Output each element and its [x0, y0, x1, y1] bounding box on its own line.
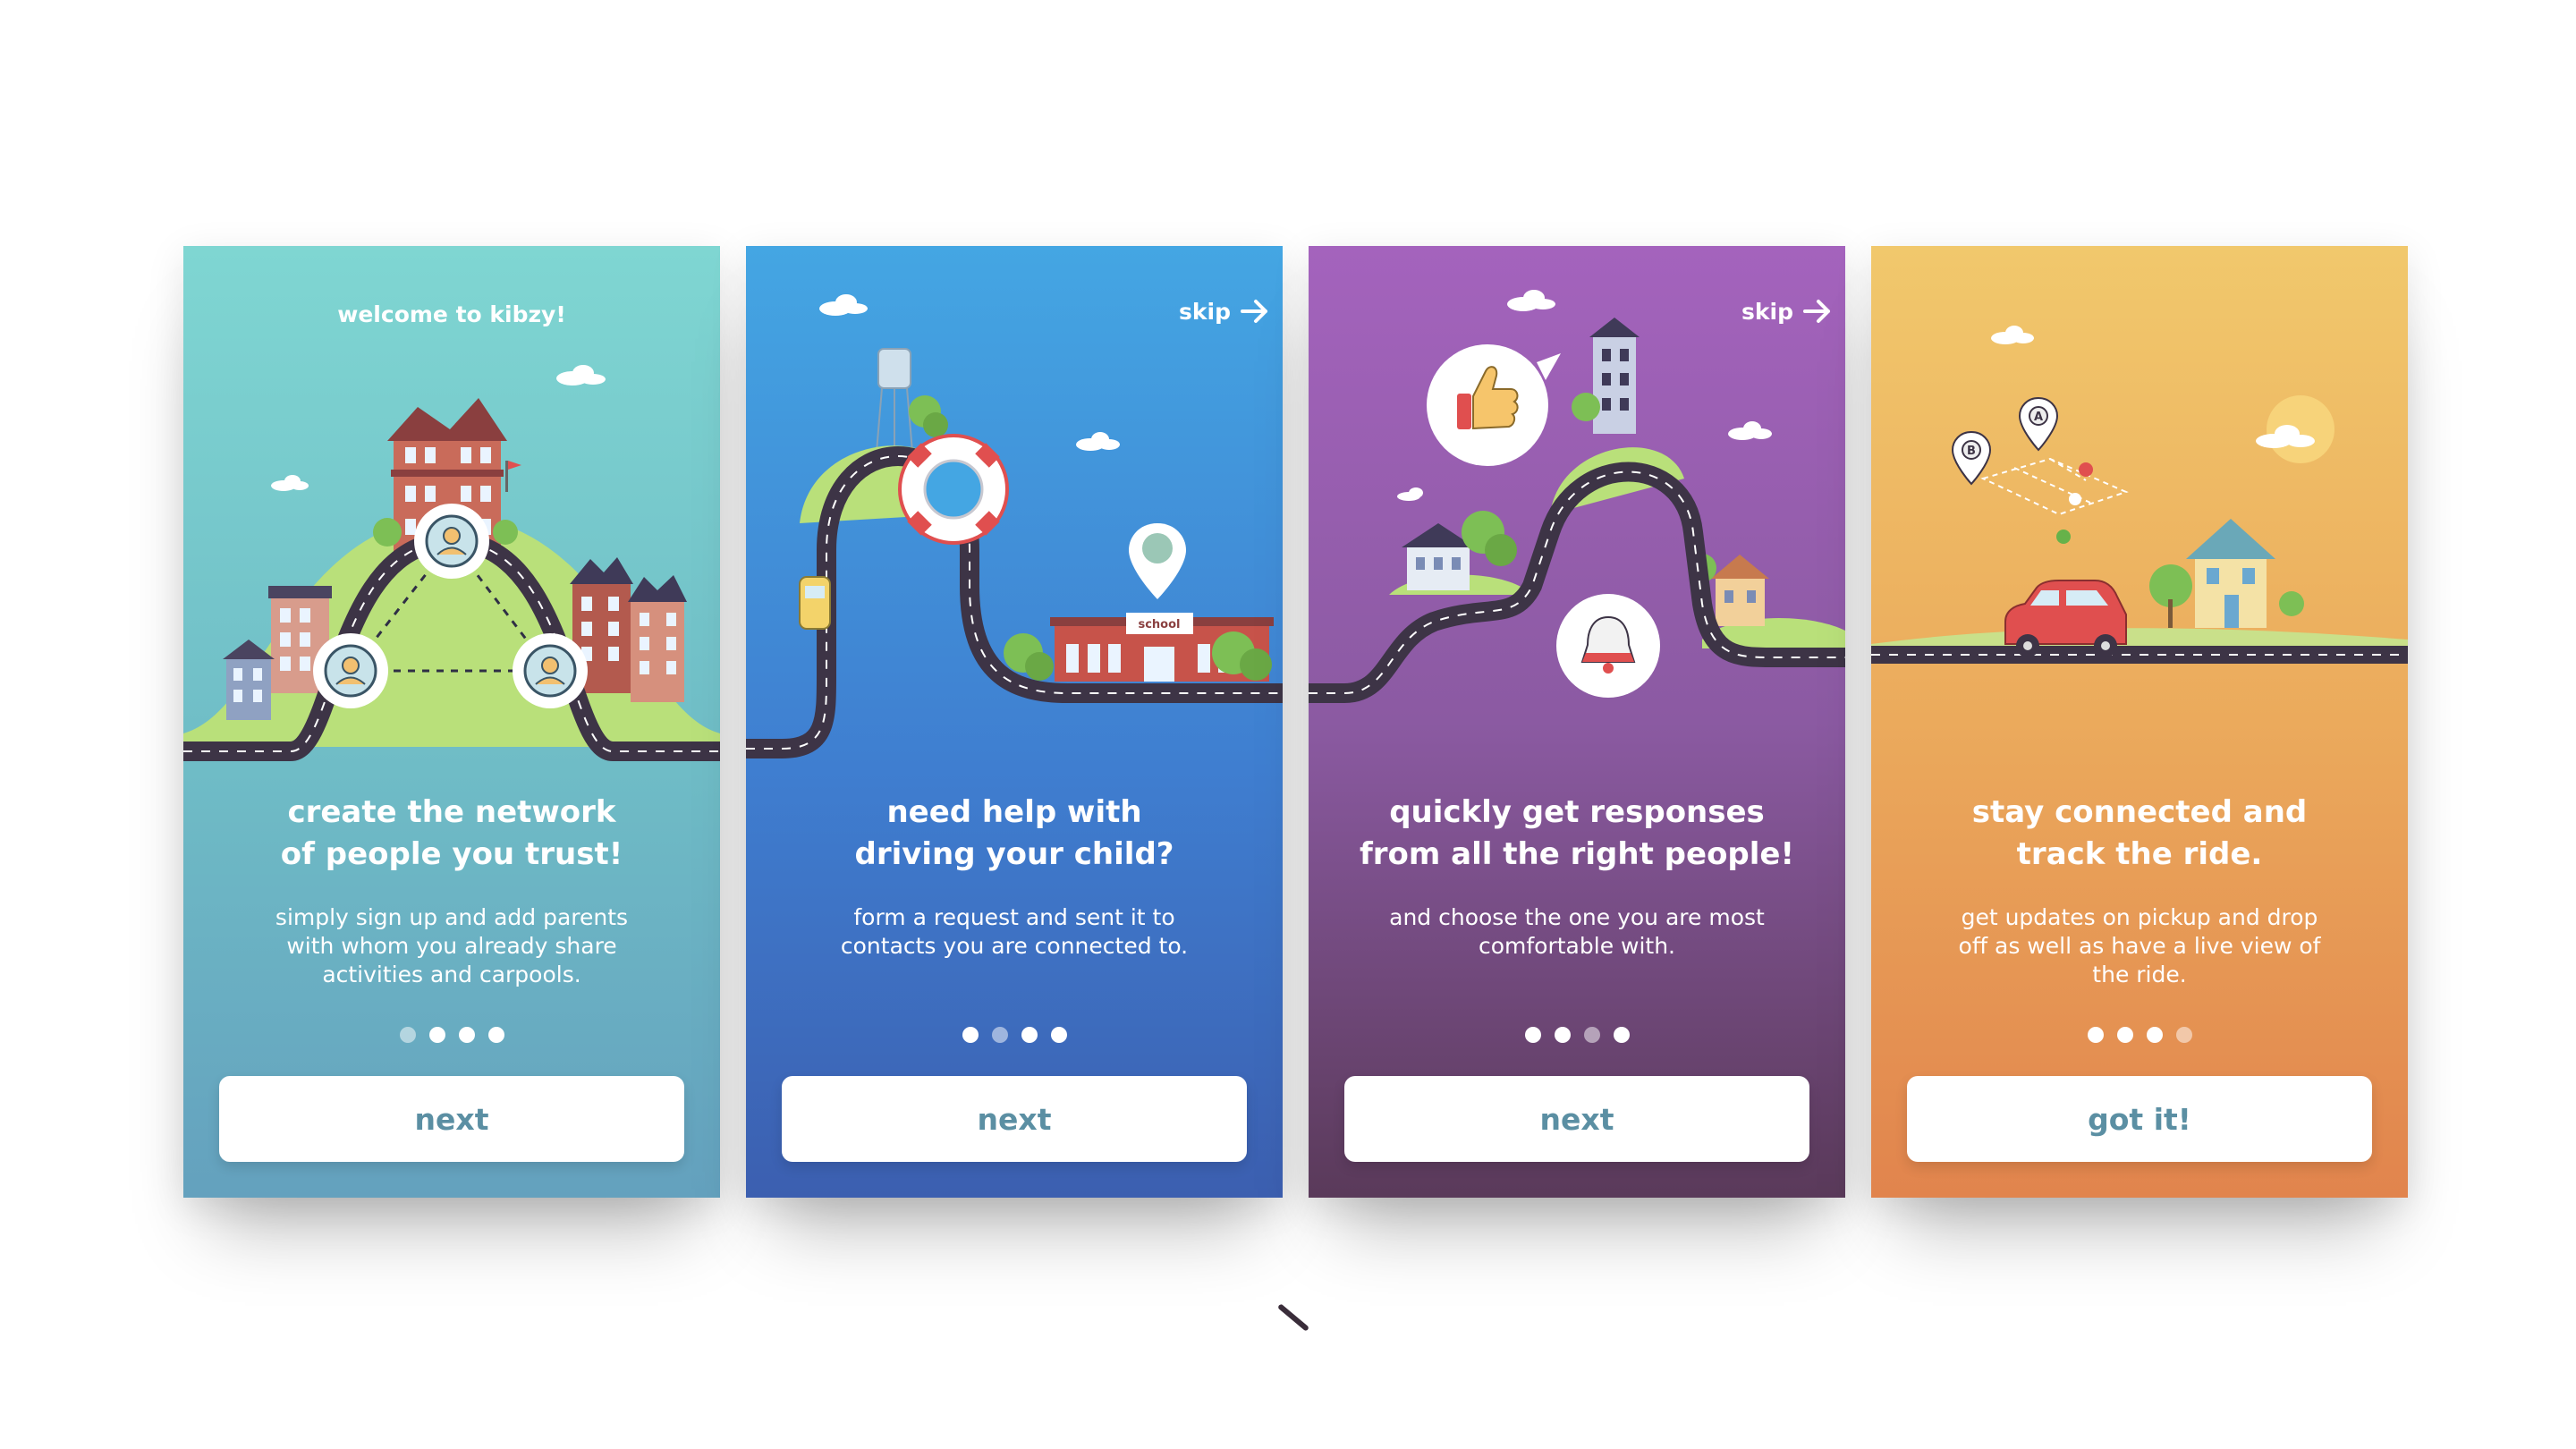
title-line: need help with: [886, 794, 1142, 830]
next-button[interactable]: next: [219, 1076, 684, 1162]
network-illustration: [183, 365, 720, 761]
onboarding-screen-network: welcome to kibzy! create the network of …: [183, 246, 720, 1198]
page-dot-1[interactable]: [1524, 1027, 1541, 1043]
title-line: create the network: [287, 794, 616, 830]
map-pin-icon: B: [1951, 430, 1992, 486]
page-dot-4[interactable]: [487, 1027, 504, 1043]
page-indicator: [746, 1027, 1283, 1043]
description-line: with whom you already share: [286, 933, 617, 959]
description-line: off as well as have a live view of: [1958, 933, 2321, 959]
screen-description: simply sign up and add parents with whom…: [237, 903, 666, 989]
thumbs-up-icon: [1427, 344, 1561, 466]
onboarding-screen-responses: skip quickly get responses from all the …: [1309, 246, 1845, 1198]
page-dot-1[interactable]: [399, 1027, 416, 1043]
title-line: from all the right people!: [1360, 836, 1794, 872]
page-dot-4[interactable]: [2175, 1027, 2192, 1043]
description-line: activities and carpools.: [322, 962, 581, 987]
description-line: and choose the one you are most: [1389, 904, 1765, 930]
page-dot-3[interactable]: [1583, 1027, 1600, 1043]
title-line: quickly get responses: [1389, 794, 1765, 830]
description-line: simply sign up and add parents: [275, 904, 629, 930]
lifebuoy-icon: [898, 434, 1009, 545]
onboarding-screen-tracking: A B stay connected and track the ride. g…: [1871, 246, 2408, 1198]
page-indicator: [1309, 1027, 1845, 1043]
screen-title: create the network of people you trust!: [210, 792, 693, 876]
user-icon: [513, 633, 588, 708]
description-line: contacts you are connected to.: [840, 933, 1189, 959]
page-dot-1[interactable]: [2087, 1027, 2104, 1043]
screen-title: need help with driving your child?: [773, 792, 1256, 876]
next-button[interactable]: next: [1344, 1076, 1809, 1162]
page-dot-2[interactable]: [991, 1027, 1008, 1043]
user-icon: [414, 504, 489, 579]
user-icon: [313, 633, 388, 708]
page-dot-2[interactable]: [1554, 1027, 1571, 1043]
pin-b-label: B: [1967, 445, 1976, 458]
map-pin-icon: [1129, 523, 1186, 599]
page-indicator: [183, 1027, 720, 1043]
next-button[interactable]: next: [782, 1076, 1247, 1162]
page-indicator: [1871, 1027, 2408, 1043]
scroll-indicator: [1276, 1303, 1310, 1332]
screen-title: quickly get responses from all the right…: [1335, 792, 1818, 876]
screen-description: and choose the one you are most comforta…: [1362, 903, 1792, 961]
page-dot-1[interactable]: [962, 1027, 979, 1043]
bell-icon: [1556, 594, 1660, 698]
page-dot-3[interactable]: [458, 1027, 475, 1043]
page-dot-2[interactable]: [2116, 1027, 2133, 1043]
request-illustration: school: [746, 294, 1283, 758]
map-pin-icon: A: [2018, 396, 2059, 452]
description-line: get updates on pickup and drop: [1961, 904, 2318, 930]
pin-a-label: A: [2034, 411, 2043, 424]
page-dot-4[interactable]: [1613, 1027, 1630, 1043]
page-dot-3[interactable]: [2146, 1027, 2163, 1043]
screen-title: stay connected and track the ride.: [1898, 792, 2381, 876]
page-dot-2[interactable]: [428, 1027, 445, 1043]
title-line: stay connected and: [1971, 794, 2308, 830]
page-dot-3[interactable]: [1021, 1027, 1038, 1043]
screen-description: get updates on pickup and drop off as we…: [1925, 903, 2354, 989]
title-line: driving your child?: [854, 836, 1174, 872]
responses-illustration: [1309, 290, 1845, 703]
tracking-illustration: A B: [1871, 326, 2408, 664]
description-line: form a request and sent it to: [853, 904, 1175, 930]
title-line: of people you trust!: [280, 836, 623, 872]
screen-description: form a request and sent it to contacts y…: [800, 903, 1229, 961]
car-icon: [799, 576, 831, 630]
onboarding-screen-request: skip school need help with driving your …: [746, 246, 1283, 1198]
description-line: the ride.: [2092, 962, 2187, 987]
got-it-button[interactable]: got it!: [1907, 1076, 2372, 1162]
title-line: track the ride.: [2016, 836, 2263, 872]
school-label: school: [1138, 618, 1180, 631]
page-dot-4[interactable]: [1050, 1027, 1067, 1043]
description-line: comfortable with.: [1478, 933, 1676, 959]
